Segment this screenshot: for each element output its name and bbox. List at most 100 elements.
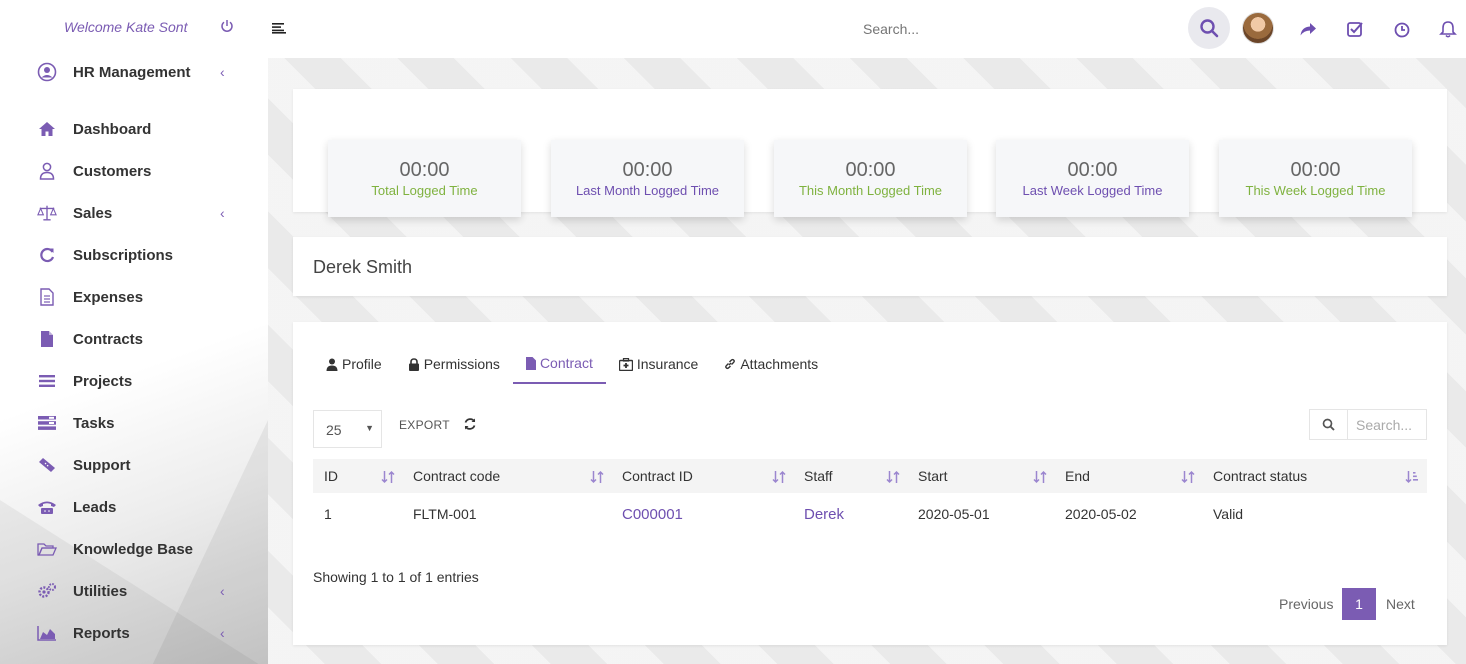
sidebar-item-support[interactable]: Support bbox=[37, 452, 267, 478]
stat-label: Last Month Logged Time bbox=[575, 183, 720, 198]
table-search-input[interactable]: Search... bbox=[1348, 410, 1420, 439]
power-icon[interactable] bbox=[220, 19, 234, 33]
sidebar-item-reports[interactable]: Reports ‹ bbox=[37, 620, 267, 646]
file-icon bbox=[525, 356, 536, 370]
share-icon[interactable] bbox=[1299, 20, 1317, 38]
column-header-staff[interactable]: Staff bbox=[804, 459, 833, 493]
column-label: ID bbox=[324, 468, 338, 484]
column-label: Contract code bbox=[413, 468, 501, 484]
column-header-start[interactable]: Start bbox=[918, 459, 948, 493]
chevron-left-icon: ‹ bbox=[220, 205, 225, 221]
sidebar-item-leads[interactable]: Leads bbox=[37, 494, 267, 520]
stat-value: 00:00 bbox=[845, 159, 896, 181]
sidebar-item-label: Dashboard bbox=[73, 120, 152, 138]
search-button[interactable] bbox=[1188, 7, 1230, 49]
ticket-icon bbox=[37, 455, 57, 475]
stat-total-logged-time: 00:00 Total Logged Time bbox=[328, 140, 521, 217]
sort-icon[interactable] bbox=[590, 470, 604, 484]
clock-icon[interactable] bbox=[1393, 20, 1411, 38]
tab-attachments[interactable]: Attachments bbox=[711, 344, 831, 384]
sidebar-item-projects[interactable]: Projects bbox=[37, 368, 267, 394]
bell-icon[interactable] bbox=[1439, 20, 1457, 38]
top-bar bbox=[268, 0, 1466, 58]
sidebar-item-expenses[interactable]: Expenses bbox=[37, 284, 267, 310]
lock-icon bbox=[408, 357, 420, 371]
chevron-left-icon: ‹ bbox=[220, 64, 225, 80]
sidebar-item-label: Support bbox=[73, 456, 131, 474]
sidebar-item-dashboard[interactable]: Dashboard bbox=[37, 116, 267, 142]
sort-icon[interactable] bbox=[772, 470, 786, 484]
sidebar-item-label: HR Management bbox=[73, 63, 191, 81]
stat-value: 00:00 bbox=[1290, 159, 1341, 181]
stat-label: Last Week Logged Time bbox=[1022, 183, 1163, 198]
sidebar-item-customers[interactable]: Customers bbox=[37, 158, 267, 184]
tab-permissions[interactable]: Permissions bbox=[395, 344, 513, 384]
refresh-icon[interactable] bbox=[463, 417, 477, 431]
sidebar-item-label: Projects bbox=[73, 372, 133, 390]
area-chart-icon bbox=[37, 623, 57, 643]
sidebar-item-utilities[interactable]: Utilities ‹ bbox=[37, 578, 267, 604]
pagination-next[interactable]: Next bbox=[1386, 596, 1415, 612]
avatar[interactable] bbox=[1242, 12, 1274, 44]
sort-ascending-icon[interactable] bbox=[1405, 470, 1419, 484]
sort-icon[interactable] bbox=[1033, 470, 1047, 484]
stat-last-week-logged-time: 00:00 Last Week Logged Time bbox=[996, 140, 1189, 217]
sidebar-item-tasks[interactable]: Tasks bbox=[37, 410, 267, 436]
tab-profile[interactable]: Profile bbox=[313, 344, 395, 384]
pagination-previous[interactable]: Previous bbox=[1279, 596, 1333, 612]
task-check-icon[interactable] bbox=[1346, 20, 1364, 38]
staff-link[interactable]: Derek bbox=[804, 506, 844, 523]
caret-down-icon: ▼ bbox=[365, 423, 374, 433]
user-icon bbox=[37, 161, 57, 181]
column-header-id[interactable]: ID bbox=[324, 459, 338, 493]
medkit-icon bbox=[618, 357, 633, 371]
scale-icon bbox=[37, 203, 57, 223]
main-content: 00:00 Total Logged Time 00:00 Last Month… bbox=[268, 58, 1466, 664]
table-search[interactable]: Search... bbox=[1309, 409, 1427, 440]
page-size-select[interactable]: 25 ▼ bbox=[313, 410, 382, 448]
stat-label: This Month Logged Time bbox=[798, 183, 943, 198]
sidebar-item-hr-management[interactable]: HR Management ‹ bbox=[37, 60, 267, 84]
tab-label: Permissions bbox=[423, 356, 500, 372]
contract-id-link[interactable]: C000001 bbox=[622, 506, 683, 523]
sidebar-item-subscriptions[interactable]: Subscriptions bbox=[37, 242, 267, 268]
stat-value: 00:00 bbox=[399, 159, 450, 181]
chevron-left-icon: ‹ bbox=[220, 625, 225, 641]
search-icon bbox=[1310, 410, 1348, 439]
tab-label: Contract bbox=[539, 355, 593, 371]
column-header-contract-code[interactable]: Contract code bbox=[413, 459, 500, 493]
column-header-contract-id[interactable]: Contract ID bbox=[622, 459, 693, 493]
sidebar-item-sales[interactable]: Sales ‹ bbox=[37, 200, 267, 226]
sort-icon[interactable] bbox=[381, 470, 395, 484]
table-info: Showing 1 to 1 of 1 entries bbox=[313, 569, 479, 585]
sort-icon[interactable] bbox=[886, 470, 900, 484]
column-header-end[interactable]: End bbox=[1065, 459, 1090, 493]
global-search-input[interactable] bbox=[863, 21, 1063, 37]
sort-icon[interactable] bbox=[1181, 470, 1195, 484]
column-label: Start bbox=[918, 468, 948, 484]
sidebar-item-knowledge-base[interactable]: Knowledge Base bbox=[37, 536, 267, 562]
link-icon bbox=[724, 358, 736, 370]
export-button[interactable]: EXPORT bbox=[399, 418, 450, 432]
menu-icon[interactable] bbox=[272, 22, 286, 34]
pagination-page-1[interactable]: 1 bbox=[1342, 588, 1376, 620]
chevron-left-icon: ‹ bbox=[220, 583, 225, 599]
tasks-icon bbox=[37, 413, 57, 433]
file-icon bbox=[37, 329, 57, 349]
tab-label: Profile bbox=[342, 356, 382, 372]
tab-label: Insurance bbox=[636, 356, 699, 372]
tab-insurance[interactable]: Insurance bbox=[606, 344, 711, 384]
bars-icon bbox=[37, 371, 57, 391]
stat-label: This Week Logged Time bbox=[1245, 183, 1386, 198]
cell-contract-status: Valid bbox=[1213, 506, 1244, 522]
stat-last-month-logged-time: 00:00 Last Month Logged Time bbox=[551, 140, 744, 217]
sidebar-item-contracts[interactable]: Contracts bbox=[37, 326, 267, 352]
stat-label: Total Logged Time bbox=[371, 183, 478, 198]
sidebar: Welcome Kate Sont HR Management ‹ Dashbo… bbox=[0, 0, 268, 664]
logged-time-panel: 00:00 Total Logged Time 00:00 Last Month… bbox=[293, 89, 1447, 217]
column-header-contract-status[interactable]: Contract status bbox=[1213, 459, 1307, 493]
cell-id: 1 bbox=[324, 506, 332, 522]
stat-this-month-logged-time: 00:00 This Month Logged Time bbox=[774, 140, 967, 217]
tab-contract[interactable]: Contract bbox=[512, 344, 606, 384]
column-label: Staff bbox=[804, 468, 833, 484]
